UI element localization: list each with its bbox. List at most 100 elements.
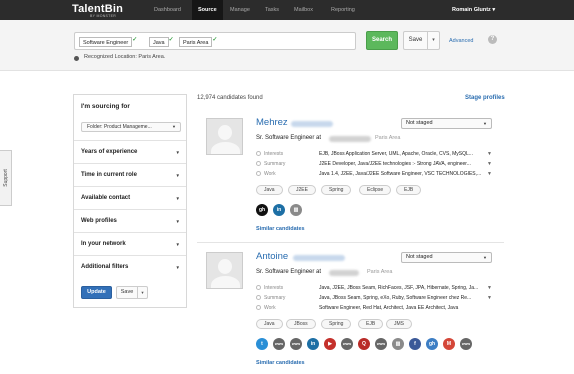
github-icon[interactable]: gh xyxy=(426,338,438,350)
nav-source[interactable]: Source xyxy=(192,0,223,20)
work-icon xyxy=(256,171,261,176)
youtube-icon[interactable]: ▶ xyxy=(324,338,336,350)
help-icon[interactable]: ? xyxy=(488,35,497,44)
check-icon: ✓ xyxy=(212,37,218,43)
update-button[interactable]: Update xyxy=(81,286,112,299)
chevron-down-icon: ▼ xyxy=(483,255,487,260)
skill-chip[interactable]: Spring xyxy=(321,319,352,329)
skill-chip[interactable]: J2EE xyxy=(288,185,316,195)
card-divider xyxy=(197,242,504,243)
nav-tasks[interactable]: Tasks xyxy=(259,0,285,20)
chevron-down-icon: ▼ xyxy=(175,242,180,247)
filter-web-profiles[interactable]: Web profiles ▼ xyxy=(74,209,186,232)
facebook-icon[interactable]: f xyxy=(409,338,421,350)
nav-reporting[interactable]: Reporting xyxy=(325,0,361,20)
candidate-role: Sr. Software Engineer at xyxy=(256,269,322,275)
stats-icon[interactable]: ▥ xyxy=(290,204,302,216)
app-logo-sub: BY MONSTER xyxy=(90,14,117,18)
check-icon: ✓ xyxy=(132,37,138,43)
search-tag-label: Paris Area xyxy=(183,40,209,46)
stage-select-value: Not staged xyxy=(406,120,433,126)
chevron-down-icon: ▼ xyxy=(175,150,180,155)
nav-mailbox[interactable]: Mailbox xyxy=(288,0,319,20)
skill-chip[interactable]: EJB xyxy=(358,319,384,329)
twitter-icon[interactable]: t xyxy=(256,338,268,350)
skill-chip[interactable]: Eclipse xyxy=(359,185,392,195)
stage-profiles-link[interactable]: Stage profiles xyxy=(465,95,505,101)
skill-chip[interactable]: JMS xyxy=(386,319,412,329)
summary-icon xyxy=(256,295,261,300)
chevron-down-icon[interactable]: ▼ xyxy=(487,295,492,301)
user-menu[interactable]: Romain Gluntz ▾ xyxy=(452,0,495,20)
stage-select[interactable]: Not staged ▼ xyxy=(401,252,492,263)
www-icon[interactable]: www xyxy=(460,338,472,350)
field-label: Work xyxy=(264,305,276,311)
redacted-last-name xyxy=(291,121,333,127)
top-nav-bar: TalentBin BY MONSTER Dashboard Source Ma… xyxy=(0,0,574,20)
candidate-card: Antoine Sr. Software Engineer at Paris A… xyxy=(197,244,504,370)
filter-available-contact[interactable]: Available contact ▼ xyxy=(74,186,186,209)
www-icon[interactable]: www xyxy=(290,338,302,350)
candidate-name[interactable]: Mehrez xyxy=(256,117,288,128)
chevron-down-icon[interactable]: ▼ xyxy=(487,171,492,177)
skill-chip[interactable]: Java xyxy=(256,185,283,195)
chevron-down-icon: ▼ xyxy=(483,121,487,126)
filter-years-of-experience[interactable]: Years of experience ▼ xyxy=(74,140,186,163)
summary-icon xyxy=(256,161,261,166)
filter-in-your-network[interactable]: In your network ▼ xyxy=(74,232,186,255)
candidate-name[interactable]: Antoine xyxy=(256,251,288,262)
quora-icon[interactable]: Q xyxy=(358,338,370,350)
search-tag[interactable]: Paris Area ✓ xyxy=(179,37,217,47)
filter-sidebar: I'm sourcing for Folder: Product Managem… xyxy=(73,94,187,308)
www-icon[interactable]: www xyxy=(375,338,387,350)
field-label: Work xyxy=(264,171,276,177)
stats-icon[interactable]: ▥ xyxy=(392,338,404,350)
gmail-icon[interactable]: M xyxy=(443,338,455,350)
field-label: Summary xyxy=(264,295,286,301)
www-icon[interactable]: www xyxy=(341,338,353,350)
field-value: EJB, JBoss Application Server, UML, Apac… xyxy=(319,151,473,157)
search-button[interactable]: Search xyxy=(366,31,398,50)
avatar[interactable] xyxy=(206,252,243,289)
avatar[interactable] xyxy=(206,118,243,155)
nav-manage[interactable]: Manage xyxy=(224,0,256,20)
similar-candidates-link[interactable]: Similar candidates xyxy=(256,360,305,366)
github-icon[interactable]: gh xyxy=(256,204,268,216)
field-value: Software Engineer, Red Hat, Architect, J… xyxy=(319,305,459,311)
filter-additional-filters[interactable]: Additional filters ▼ xyxy=(74,255,186,278)
skill-chip[interactable]: Spring xyxy=(321,185,352,195)
stage-select[interactable]: Not staged ▼ xyxy=(401,118,492,129)
linkedin-icon[interactable]: in xyxy=(273,204,285,216)
save-dropdown-button[interactable]: ▾ xyxy=(428,31,440,50)
nav-dashboard[interactable]: Dashboard xyxy=(148,0,187,20)
save-filters-dropdown[interactable]: ▾ xyxy=(138,286,148,299)
filter-label: Time in current role xyxy=(81,172,137,178)
candidate-location: Paris Area xyxy=(375,135,401,141)
skill-chip[interactable]: EJB xyxy=(396,185,422,195)
chevron-down-icon[interactable]: ▼ xyxy=(487,151,492,157)
search-tag[interactable]: Java ✓ xyxy=(149,37,174,47)
chevron-down-icon: ▼ xyxy=(175,196,180,201)
folder-select[interactable]: Folder: Product Manageme... ▼ xyxy=(81,122,181,132)
support-tab[interactable]: Support xyxy=(0,150,12,206)
search-input[interactable]: Software Engineer ✓ Java ✓ Paris Area ✓ xyxy=(74,32,356,50)
skill-chip[interactable]: JBoss xyxy=(286,319,316,329)
skill-chip[interactable]: Java xyxy=(256,319,283,329)
field-label: Summary xyxy=(264,161,286,167)
filter-label: In your network xyxy=(81,241,126,247)
save-filters-button[interactable]: Save xyxy=(116,286,138,299)
interests-icon xyxy=(256,285,261,290)
save-search-button[interactable]: Save xyxy=(403,31,428,50)
similar-candidates-link[interactable]: Similar candidates xyxy=(256,226,305,232)
work-icon xyxy=(256,305,261,310)
chevron-down-icon[interactable]: ▼ xyxy=(487,161,492,167)
chevron-down-icon[interactable]: ▼ xyxy=(487,285,492,291)
www-icon[interactable]: www xyxy=(273,338,285,350)
advanced-search-link[interactable]: Advanced xyxy=(449,38,473,44)
filter-time-in-current-role[interactable]: Time in current role ▼ xyxy=(74,163,186,186)
search-tag[interactable]: Software Engineer ✓ xyxy=(79,37,137,47)
results-count: 12,974 candidates found xyxy=(197,95,263,101)
filter-label: Available contact xyxy=(81,195,131,201)
linkedin-icon[interactable]: in xyxy=(307,338,319,350)
field-value: J2EE Developer, Java/J2EE technologies :… xyxy=(319,161,471,167)
